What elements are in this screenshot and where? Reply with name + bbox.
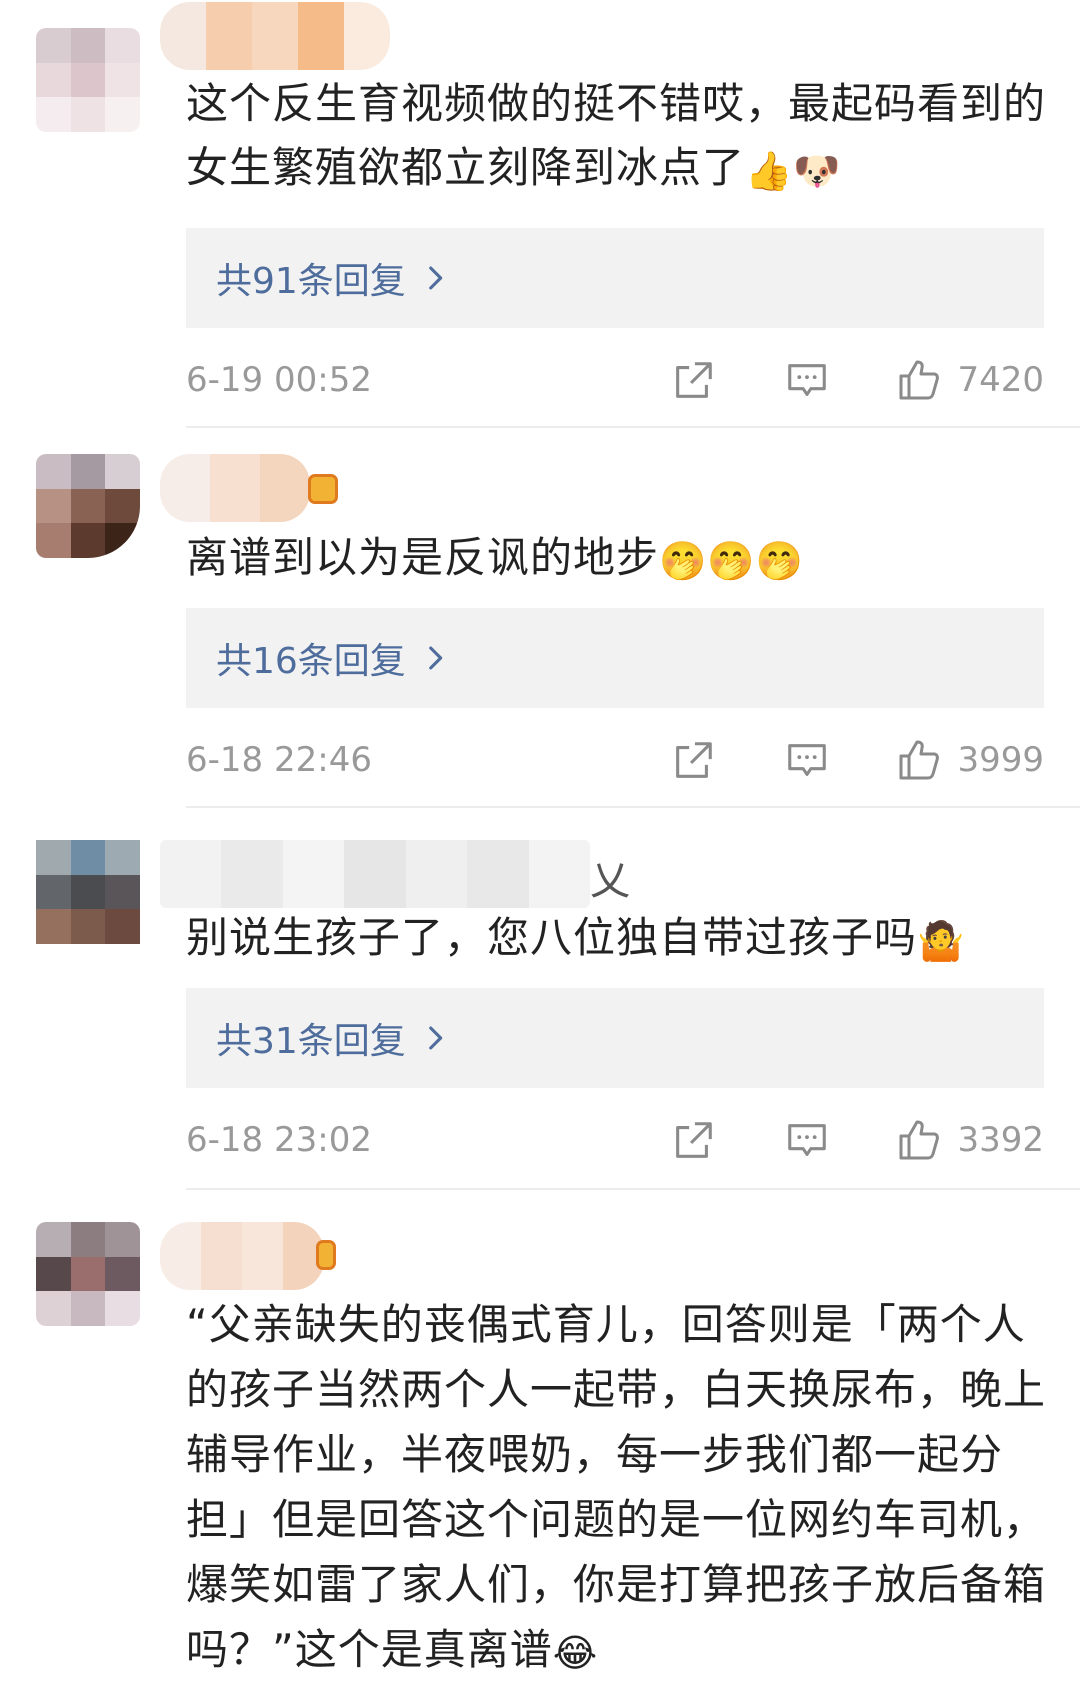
like-button[interactable]: 3999: [895, 736, 1044, 784]
like-count: 3392: [957, 1120, 1044, 1160]
shrug-emoji-icon: 🤷: [917, 919, 966, 963]
replies-label: 共91条回复: [216, 261, 406, 302]
username-blurred[interactable]: [160, 1222, 324, 1290]
vip-badge-icon: [316, 1240, 336, 1270]
comment-text: 这个反生育视频做的挺不错哎，最起码看到的女生繁殖欲都立刻降到冰点了👍🐶: [186, 79, 1047, 193]
avatar[interactable]: [36, 1222, 140, 1326]
cover-mouth-emoji-icon: 🤭: [707, 539, 756, 583]
avatar[interactable]: [36, 454, 140, 558]
timestamp: 6-19 00:52: [186, 360, 372, 400]
cover-mouth-emoji-icon: 🤭: [659, 539, 708, 583]
thumbs-up-icon: [899, 1120, 940, 1160]
thumbs-up-icon: [899, 360, 940, 400]
thumbs-up-icon: [899, 740, 940, 780]
divider: [186, 426, 1080, 428]
replies-button[interactable]: 共16条回复: [186, 608, 1044, 708]
comment-text: 别说生孩子了，您八位独自带过孩子吗🤷: [186, 913, 966, 963]
divider: [186, 1188, 1080, 1190]
share-icon[interactable]: [670, 1118, 716, 1164]
username-trailing-glyph: 乂: [590, 858, 630, 904]
share-icon[interactable]: [670, 738, 716, 784]
comment-meta: 6-18 23:02 3392: [186, 1110, 1044, 1170]
chevron-right-icon: [429, 266, 443, 290]
comment-text: 离谱到以为是反讽的地步🤭🤭🤭: [186, 533, 804, 583]
like-button[interactable]: 3392: [895, 1116, 1044, 1164]
tears-of-joy-emoji-icon: 😂: [552, 1631, 599, 1675]
thumbs-up-emoji-icon: 👍: [745, 149, 794, 193]
replies-button[interactable]: 共91条回复: [186, 228, 1044, 328]
replies-label: 共31条回复: [216, 1021, 406, 1062]
cover-mouth-emoji-icon: 🤭: [755, 539, 804, 583]
username-blurred[interactable]: [160, 454, 310, 522]
comment-icon[interactable]: [784, 738, 830, 784]
like-count: 3999: [957, 740, 1044, 780]
replies-button[interactable]: 共31条回复: [186, 988, 1044, 1088]
avatar[interactable]: [36, 28, 140, 132]
like-count: 7420: [957, 360, 1044, 400]
comment-meta: 6-19 00:52 7420: [186, 350, 1044, 410]
timestamp: 6-18 23:02: [186, 1120, 372, 1160]
avatar[interactable]: [36, 840, 140, 944]
replies-label: 共16条回复: [216, 641, 406, 682]
comment-icon[interactable]: [784, 1118, 830, 1164]
timestamp: 6-18 22:46: [186, 740, 372, 780]
chevron-right-icon: [429, 646, 443, 670]
comment-icon[interactable]: [784, 358, 830, 404]
divider: [186, 806, 1080, 808]
vip-badge-icon: [308, 474, 338, 504]
like-button[interactable]: 7420: [895, 356, 1044, 404]
comment-text: “父亲缺失的丧偶式育儿，回答则是「两个人的孩子当然两个人一起带，白天换尿布，晚上…: [186, 1300, 1047, 1675]
share-icon[interactable]: [670, 358, 716, 404]
username-blurred[interactable]: [160, 840, 590, 908]
username-blurred[interactable]: [160, 2, 390, 70]
comment-meta: 6-18 22:46 3999: [186, 730, 1044, 790]
doge-emoji-icon: 🐶: [793, 149, 842, 193]
chevron-right-icon: [429, 1026, 443, 1050]
